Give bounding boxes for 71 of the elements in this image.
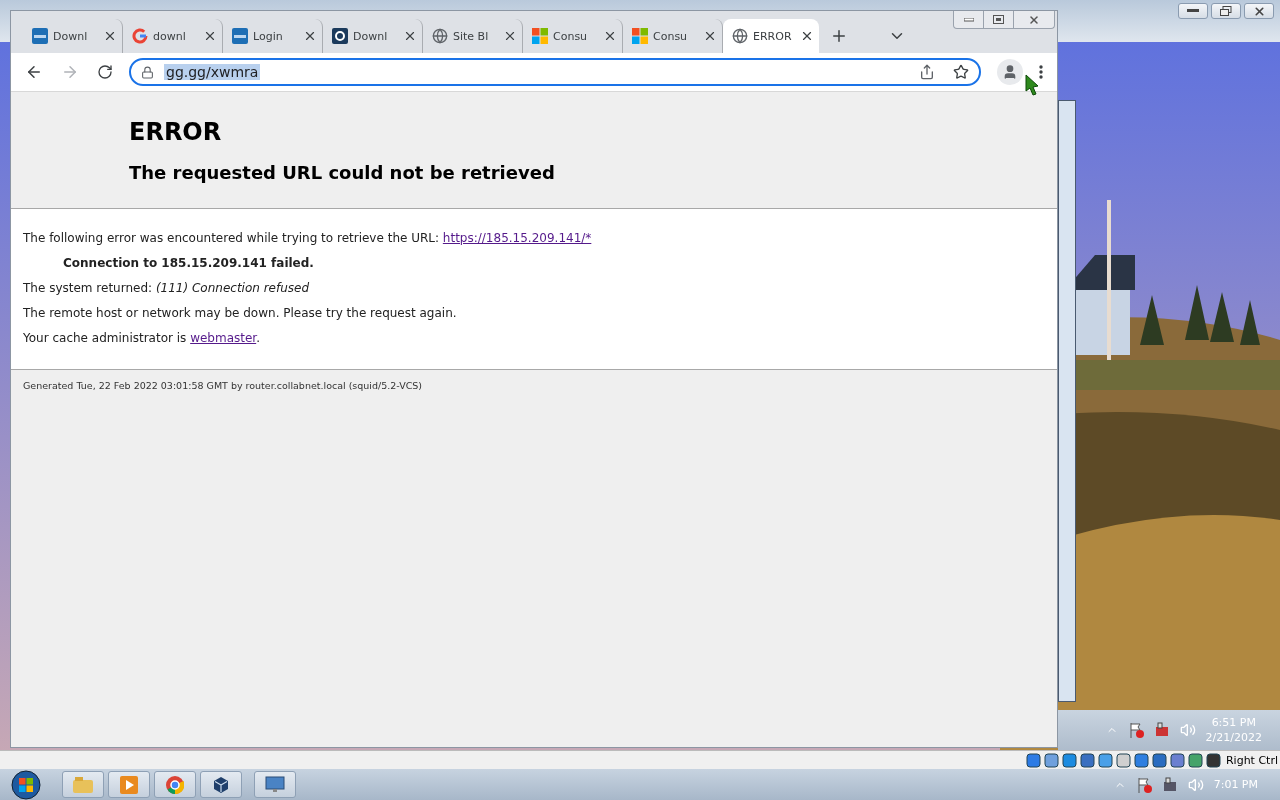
close-icon [503, 29, 517, 43]
reload-icon [97, 64, 113, 80]
clock-time: 6:51 PM [1211, 715, 1256, 730]
globe-icon [732, 28, 748, 44]
close-icon [800, 29, 814, 43]
close-icon [1252, 4, 1266, 18]
four-squares-logo-icon [532, 28, 548, 44]
error-message: Connection to 185.15.209.141 failed. [62, 256, 315, 270]
lock-icon [141, 65, 154, 79]
link[interactable]: https://185.15.209.141/* [442, 231, 592, 245]
back-button[interactable] [25, 63, 43, 81]
globe-icon [432, 28, 448, 44]
address-bar[interactable]: gg.gg/xwmra [129, 58, 981, 86]
four-squares-logo-icon [632, 28, 648, 44]
error-text: Your cache administrator is webmaster. [23, 331, 261, 345]
share-icon [919, 64, 935, 80]
close-icon [103, 29, 117, 43]
flag-icon [1127, 722, 1144, 738]
close-icon [703, 29, 717, 43]
speaker-icon [1179, 722, 1196, 738]
windows-logo-icon [11, 769, 41, 800]
network-icon [1153, 722, 1170, 738]
google-logo-icon [132, 28, 148, 44]
minimize-icon [963, 17, 974, 22]
profile-button[interactable] [997, 59, 1023, 85]
chrome-logo-icon [166, 775, 184, 794]
close-icon [303, 29, 317, 43]
close-icon [403, 29, 417, 43]
maximize-icon [993, 15, 1004, 24]
close-button[interactable] [1244, 3, 1274, 19]
person-icon [1002, 64, 1018, 80]
menu-button[interactable] [1039, 65, 1043, 79]
close-icon [1028, 13, 1040, 26]
menu-icon [1039, 65, 1043, 79]
taskbar-app-button[interactable] [200, 771, 242, 798]
speaker-icon [1187, 776, 1204, 793]
minimize-icon [1187, 9, 1199, 13]
cube-icon [212, 775, 230, 794]
clock-time: 7:01 PM [1213, 777, 1258, 792]
error-heading: ERROR [129, 118, 223, 146]
close-icon [203, 29, 217, 43]
clock-date: 2/21/2022 [1205, 730, 1262, 745]
folder-icon [73, 776, 93, 793]
error-text: The remote host or network may be down. Please try the request again. [23, 306, 458, 320]
vm-logo-icon [32, 28, 48, 44]
flag-icon [1135, 776, 1152, 793]
star-icon [953, 64, 969, 80]
share-button[interactable] [919, 64, 935, 80]
taskbar-app-button[interactable] [254, 771, 296, 798]
browser-tab[interactable]: ERROR [723, 19, 819, 53]
error-text: The following error was encountered while trying to retrieve the URL: https://185.15.209.141/* [23, 231, 593, 245]
network-icon [1161, 776, 1178, 793]
start-button[interactable] [8, 769, 44, 800]
reload-button[interactable] [97, 64, 113, 80]
restore-icon [1220, 6, 1232, 16]
restore-button[interactable] [1211, 3, 1241, 19]
error-text: The system returned: (111) Connection refused [23, 281, 311, 295]
plus-icon [830, 27, 848, 45]
monitor-icon [265, 775, 285, 794]
footer-text: Generated Tue, 22 Feb 2022 03:01:58 GMT by router.collabnet.local (squid/5.2-VCS) [23, 380, 423, 391]
error-subheading: The requested URL could not be retrieved [129, 162, 556, 183]
minimize-button[interactable] [1178, 3, 1208, 19]
close-icon [603, 29, 617, 43]
play-icon [120, 775, 138, 794]
q-logo-icon [332, 28, 348, 44]
bookmark-button[interactable] [953, 64, 969, 80]
link[interactable]: webmaster [190, 331, 257, 345]
host-key-label: Right Ctrl [1225, 753, 1278, 767]
forward-arrow-icon [61, 63, 79, 81]
vm-logo-icon [232, 28, 248, 44]
cursor-icon [1025, 74, 1039, 96]
